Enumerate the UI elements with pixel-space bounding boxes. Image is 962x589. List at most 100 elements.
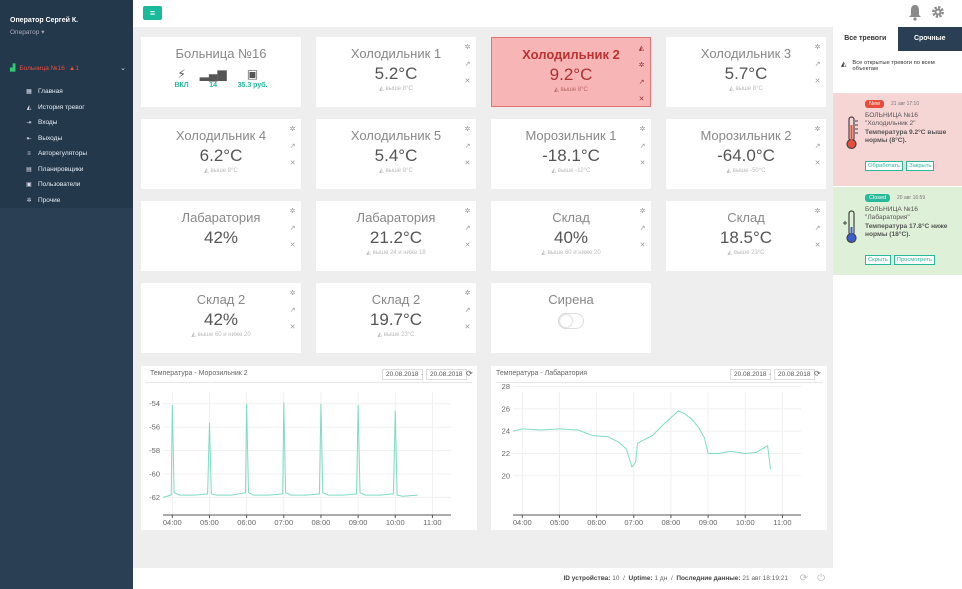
gear-icon[interactable]: ✲: [637, 61, 646, 78]
sidebar: Оператор Сергей К. Оператор ▾ ▟ Больница…: [0, 0, 133, 589]
threshold-note: ◭ выше 8°C: [316, 85, 476, 92]
sensor-tile[interactable]: Морозильник 2 -64.0°C ◭ выше -50°C ✲ ↗ ✕: [666, 119, 826, 189]
sensor-tile[interactable]: Лабаратория 21.2°C ◭ выше 24 и ниже 18 ✲ ↗ ✕: [316, 201, 476, 271]
close-icon[interactable]: ✕: [813, 241, 822, 258]
sensor-tile[interactable]: Склад 18.5°C ◭ выше 23°C ✲ ↗ ✕: [666, 201, 826, 271]
date-to-input[interactable]: 20.08.2018: [426, 369, 467, 380]
sensor-tile[interactable]: Холодильник 4 6.2°C ◭ выше 8°C ✲ ↗ ✕: [141, 119, 301, 189]
chart-icon[interactable]: ↗: [463, 306, 472, 323]
gear-icon[interactable]: [931, 5, 945, 19]
chart-icon[interactable]: ↗: [813, 224, 822, 241]
gear-icon[interactable]: ✲: [463, 43, 472, 60]
date-from-input[interactable]: 20.08.2018: [730, 369, 771, 380]
sidebar-item-outputs[interactable]: ⇤ Выходы: [24, 131, 87, 147]
sensor-tile[interactable]: Морозильник 1 -18.1°C ◭ выше -12°C ✲ ↗ ✕: [491, 119, 651, 189]
gear-icon[interactable]: ✲: [288, 125, 297, 142]
gear-icon[interactable]: ✲: [288, 289, 297, 306]
close-icon[interactable]: ✕: [813, 159, 822, 176]
close-icon[interactable]: ✕: [288, 159, 297, 176]
gear-icon[interactable]: ✲: [813, 125, 822, 142]
tile-actions: ✲ ↗ ✕: [813, 43, 822, 94]
sidebar-item-main[interactable]: ▦ Главная: [24, 84, 87, 100]
close-icon[interactable]: ✕: [638, 159, 647, 176]
chart-icon[interactable]: ↗: [288, 224, 297, 241]
sidebar-item-label: Планировщики: [38, 165, 84, 173]
chart-icon[interactable]: ↗: [813, 60, 822, 77]
power-icon[interactable]: ⏻: [817, 573, 825, 584]
menu-toggle-button[interactable]: ≡: [143, 6, 162, 20]
x-tick-label: 09:00: [699, 518, 718, 527]
gear-icon[interactable]: ✲: [463, 289, 472, 306]
close-icon[interactable]: ✕: [463, 323, 472, 340]
gear-icon[interactable]: ✲: [463, 207, 472, 224]
close-icon[interactable]: ✕: [463, 241, 472, 258]
signal-icon: ▂▄▆: [199, 67, 227, 81]
sensor-tile[interactable]: Склад 40% ◭ выше 60 и ниже 20 ✲ ↗ ✕: [491, 201, 651, 271]
hide-button[interactable]: Скрыть: [865, 255, 891, 265]
sidebar-item-hospital[interactable]: ▟ Больница №16 ▲1 ⌄: [10, 64, 126, 73]
tile-actions: ✲ ↗ ✕: [288, 207, 297, 258]
chart-icon[interactable]: ↗: [463, 224, 472, 241]
sensor-name: Склад: [552, 210, 590, 225]
refresh-icon[interactable]: ⟳: [466, 369, 473, 378]
chart-icon[interactable]: ↗: [288, 142, 297, 159]
sensor-name: Склад 2: [196, 292, 246, 307]
x-tick-label: 10:00: [736, 518, 755, 527]
tab-urgent-alerts[interactable]: Срочные: [897, 27, 962, 51]
chart-icon[interactable]: ↗: [463, 60, 472, 77]
bell-icon[interactable]: ◭: [637, 44, 646, 61]
chart-icon[interactable]: ↗: [638, 142, 647, 159]
gear-icon[interactable]: ✲: [638, 125, 647, 142]
gear-icon[interactable]: ✲: [463, 125, 472, 142]
chart-icon[interactable]: ↗: [637, 78, 646, 95]
threshold-text: выше 8°C: [560, 87, 588, 93]
close-alert-button[interactable]: Закрыть: [906, 161, 935, 171]
y-tick-label: -62: [149, 493, 160, 502]
user-role-dropdown[interactable]: Оператор ▾: [10, 28, 44, 36]
sidebar-item-alarm-history[interactable]: ◭ История тревог: [24, 100, 87, 116]
sidebar-item-other[interactable]: ✲ Прочие: [24, 193, 87, 209]
sidebar-item-schedulers[interactable]: ▤ Планировщики: [24, 162, 87, 178]
sensor-tile[interactable]: Лабаратория 42% ✲ ↗ ✕: [141, 201, 301, 271]
sensor-tile[interactable]: Холодильник 5 5.4°C ◭ выше 8°C ✲ ↗ ✕: [316, 119, 476, 189]
close-icon[interactable]: ✕: [637, 95, 646, 112]
refresh-icon[interactable]: ⟳: [800, 573, 808, 584]
gear-icon[interactable]: ✲: [288, 207, 297, 224]
close-icon[interactable]: ✕: [288, 241, 297, 258]
hospital-tile[interactable]: Больница №16 ⚡ ВКЛ ▂▄▆ 14 ▣ 35.3 руб.: [141, 37, 301, 107]
close-icon[interactable]: ✕: [288, 323, 297, 340]
y-tick-label: 26: [502, 404, 510, 413]
close-icon[interactable]: ✕: [638, 241, 647, 258]
sensor-tile[interactable]: Холодильник 3 5.7°C ◭ выше 8°C ✲ ↗ ✕: [666, 37, 826, 107]
sensor-tile[interactable]: Склад 2 42% ◭ выше 60 и ниже 20 ✲ ↗ ✕: [141, 283, 301, 353]
date-to-input[interactable]: 20.08.2018: [774, 369, 815, 380]
power-stat: ⚡ ВКЛ: [174, 67, 188, 89]
refresh-icon[interactable]: ⟳: [814, 369, 821, 378]
bell-icon[interactable]: [908, 4, 922, 21]
process-button[interactable]: Обработать: [865, 161, 904, 171]
x-tick-label: 04:00: [513, 518, 532, 527]
chart-icon[interactable]: ↗: [463, 142, 472, 159]
chart-icon[interactable]: ↗: [288, 306, 297, 323]
series-line: [162, 402, 418, 498]
close-icon[interactable]: ✕: [463, 77, 472, 94]
tile-actions: ◭ ✲ ↗ ✕: [637, 44, 646, 112]
chart-icon[interactable]: ↗: [638, 224, 647, 241]
sensor-tile[interactable]: Холодильник 2 9.2°C ◭ выше 8°C ◭ ✲ ↗ ✕: [491, 37, 651, 107]
view-button[interactable]: Просмотреть: [893, 255, 935, 265]
sensor-tile[interactable]: Склад 2 19.7°C ◭ выше 23°C ✲ ↗ ✕: [316, 283, 476, 353]
threshold-note: ◭ выше 24 и ниже 18: [316, 249, 476, 256]
gear-icon[interactable]: ✲: [813, 43, 822, 60]
close-icon[interactable]: ✕: [463, 159, 472, 176]
sidebar-item-autoregulators[interactable]: ≡ Авторегуляторы: [24, 146, 87, 162]
chart-icon[interactable]: ↗: [813, 142, 822, 159]
siren-toggle[interactable]: [558, 313, 584, 329]
gear-icon[interactable]: ✲: [638, 207, 647, 224]
sensor-tile[interactable]: Холодильник 1 5.2°C ◭ выше 8°C ✲ ↗ ✕: [316, 37, 476, 107]
sidebar-item-inputs[interactable]: ⇥ Входы: [24, 115, 87, 131]
date-from-input[interactable]: 20.08.2018: [382, 369, 423, 380]
gear-icon[interactable]: ✲: [813, 207, 822, 224]
sidebar-item-users[interactable]: ▣ Пользователи: [24, 177, 87, 193]
tab-all-alerts[interactable]: Все тревоги: [833, 27, 898, 51]
close-icon[interactable]: ✕: [813, 77, 822, 94]
